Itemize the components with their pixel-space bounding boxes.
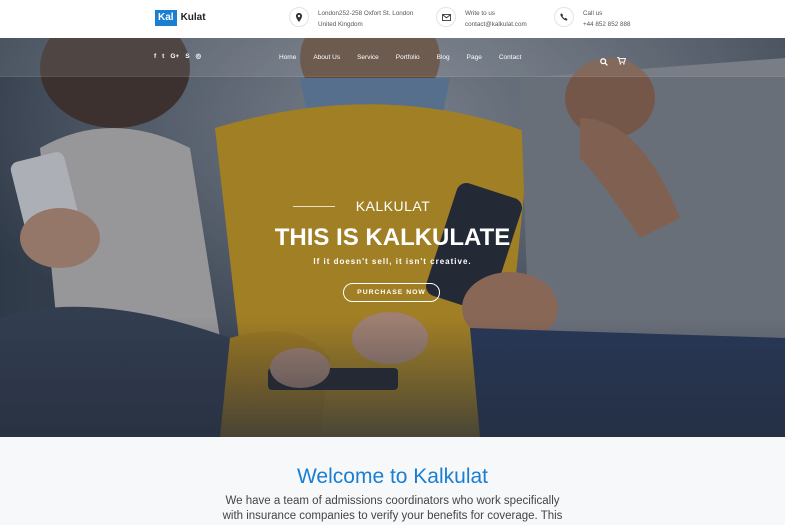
map-pin-icon [289, 7, 309, 27]
welcome-body: We have a team of admissions coordinator… [222, 495, 563, 522]
nav-item-blog[interactable]: Blog [437, 53, 450, 62]
hero-tagline: If it doesn't sell, it isn't creative. [313, 257, 472, 266]
logo[interactable]: Kal Kulat [155, 10, 206, 26]
social-links: f t G+ S ◎ [154, 52, 201, 62]
twitter-icon[interactable]: t [162, 52, 164, 62]
logo-wordmark: Kulat [180, 12, 206, 23]
phone-number[interactable]: +44 852 852 888 [583, 19, 630, 30]
hero-eyebrow-text: KALKULAT [355, 198, 431, 214]
address-line-1: London252-258 Oxfort St. London [318, 10, 414, 17]
email-label: Write to us [465, 10, 495, 17]
envelope-icon [436, 7, 456, 27]
contact-address: London252-258 Oxfort St. London United K… [289, 7, 413, 30]
email-address[interactable]: contact@kalkulat.com [465, 19, 527, 30]
skype-icon[interactable]: S [185, 52, 189, 62]
cart-icon[interactable] [617, 52, 627, 70]
main-navbar: f t G+ S ◎ Home About Us Service Portfol… [0, 38, 785, 77]
nav-item-contact[interactable]: Contact [499, 53, 521, 62]
nav-item-page[interactable]: Page [467, 53, 482, 62]
nav-menu: Home About Us Service Portfolio Blog Pag… [279, 53, 538, 62]
nav-item-about-us[interactable]: About Us [313, 53, 340, 62]
facebook-icon[interactable]: f [154, 52, 156, 62]
address-line-2: United Kingdom [318, 21, 363, 28]
contact-phone: Call us +44 852 852 888 [554, 7, 630, 30]
phone-label: Call us [583, 10, 603, 17]
nav-item-portfolio[interactable]: Portfolio [396, 53, 420, 62]
hero-eyebrow: KALKULAT [293, 198, 493, 216]
hero-title: THIS IS KALKULATE [274, 224, 511, 251]
nav-item-home[interactable]: Home [279, 53, 296, 62]
search-icon[interactable] [600, 53, 608, 71]
google-plus-icon[interactable]: G+ [170, 52, 179, 62]
contact-email: Write to us contact@kalkulat.com [436, 7, 527, 30]
welcome-section: Welcome to Kalkulat We have a team of ad… [0, 437, 785, 525]
phone-icon [554, 7, 574, 27]
nav-item-service[interactable]: Service [357, 53, 379, 62]
top-header: Kal Kulat London252-258 Oxfort St. Londo… [0, 0, 785, 38]
welcome-title: Welcome to Kalkulat [296, 465, 489, 488]
hero-section: f t G+ S ◎ Home About Us Service Portfol… [0, 38, 785, 437]
logo-mark: Kal [155, 10, 177, 26]
instagram-icon[interactable]: ◎ [196, 52, 202, 62]
purchase-now-button[interactable]: PURCHASE NOW [343, 283, 440, 302]
eyebrow-divider [293, 206, 335, 207]
